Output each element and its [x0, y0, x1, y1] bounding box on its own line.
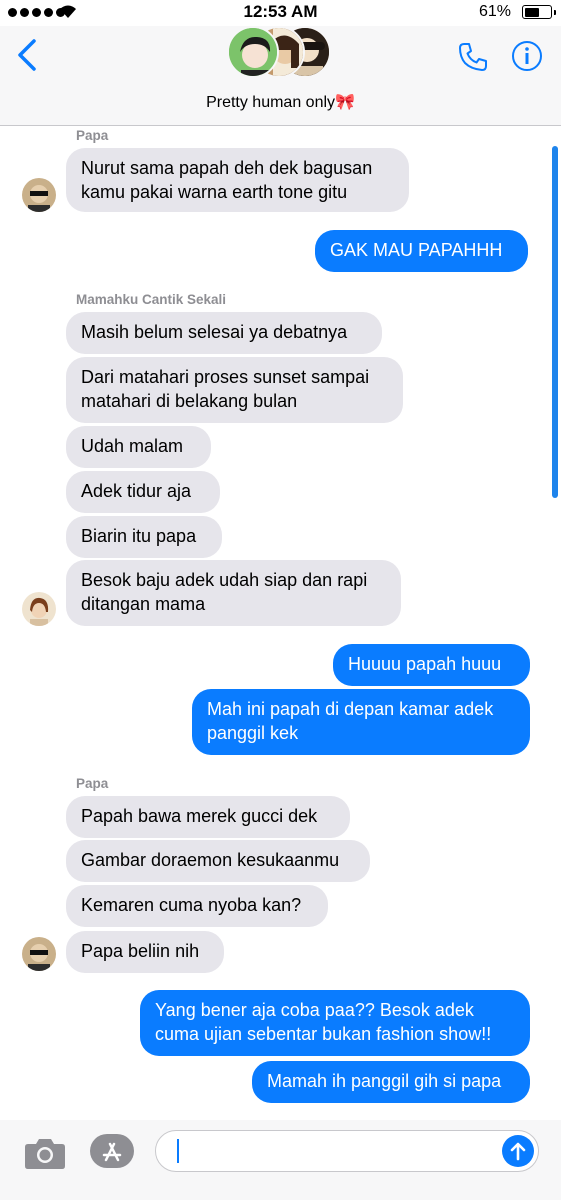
battery-level: [524, 7, 539, 17]
incoming-message[interactable]: Adek tidur aja: [66, 471, 220, 513]
incoming-message[interactable]: Biarin itu papa: [66, 516, 222, 558]
send-button[interactable]: [502, 1135, 534, 1167]
incoming-message[interactable]: Papah bawa merek gucci dek: [66, 796, 350, 838]
incoming-message[interactable]: Udah malam: [66, 426, 211, 468]
back-chevron-icon[interactable]: [14, 38, 40, 72]
app-store-button[interactable]: [90, 1134, 134, 1168]
info-icon[interactable]: [511, 40, 543, 72]
text-cursor: [177, 1139, 179, 1163]
scrollbar[interactable]: [552, 146, 558, 498]
message-composer: [0, 1120, 561, 1200]
incoming-message[interactable]: Nurut sama papah deh dek bagusan kamu pak…: [66, 148, 409, 212]
incoming-message[interactable]: Gambar doraemon kesukaanmu: [66, 840, 370, 882]
conversation-title[interactable]: Pretty human only🎀: [0, 92, 561, 112]
outgoing-message[interactable]: Huuuu papah huuu: [333, 644, 530, 686]
avatar[interactable]: [22, 937, 56, 971]
sender-name: Mamahku Cantik Sekali: [76, 292, 227, 307]
sender-name: Papa: [76, 776, 109, 791]
outgoing-message[interactable]: Mamah ih panggil gih si papa: [252, 1061, 530, 1103]
incoming-message[interactable]: Masih belum selesai ya debatnya: [66, 312, 382, 354]
app-store-icon: [102, 1142, 122, 1162]
message-input[interactable]: [155, 1130, 539, 1172]
status-bar: 12:53 AM 61%: [0, 0, 561, 26]
sender-name: Papa: [76, 128, 109, 143]
avatar[interactable]: [22, 178, 56, 212]
battery-icon: [522, 5, 552, 19]
outgoing-message[interactable]: GAK MAU PAPAHHH: [315, 230, 528, 272]
incoming-message[interactable]: Papa beliin nih: [66, 931, 224, 973]
incoming-message[interactable]: Besok baju adek udah siap dan rapi ditang…: [66, 560, 401, 626]
avatar[interactable]: [22, 592, 56, 626]
avatar: [227, 26, 279, 78]
outgoing-message[interactable]: Mah ini papah di depan kamar adek panggil…: [192, 689, 530, 755]
battery-percentage: 61%: [478, 3, 511, 20]
status-time: 12:53 AM: [243, 2, 318, 21]
arrow-up-icon: [510, 1142, 526, 1161]
outgoing-message[interactable]: Yang bener aja coba paa?? Besok adek cuma…: [140, 990, 530, 1056]
group-avatars[interactable]: [227, 26, 337, 82]
camera-icon[interactable]: [24, 1136, 66, 1170]
incoming-message[interactable]: Kemaren cuma nyoba kan?: [66, 885, 328, 927]
conversation-header: Pretty human only🎀: [0, 26, 561, 126]
phone-call-icon[interactable]: [457, 41, 489, 73]
incoming-message[interactable]: Dari matahari proses sunset sampai mataha…: [66, 357, 403, 423]
message-thread[interactable]: Papa Nurut sama papah deh dek bagusan kam…: [0, 126, 561, 1120]
